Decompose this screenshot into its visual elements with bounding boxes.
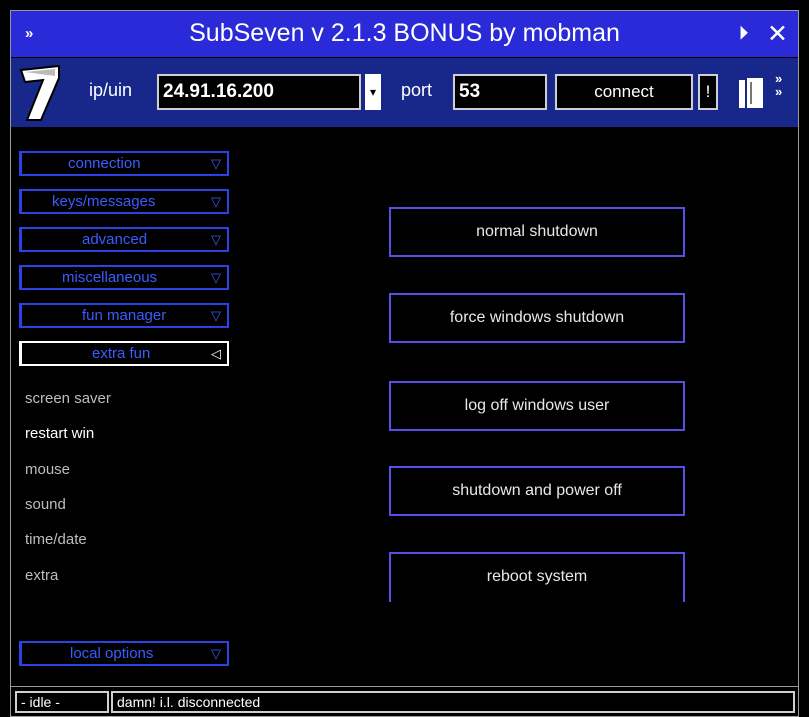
chevron-down-icon: ▽ xyxy=(211,156,221,171)
title-bar[interactable]: » SubSeven v 2.1.3 BONUS by mobman ⏵ ✕ xyxy=(11,11,798,57)
submenu-extra[interactable]: extra xyxy=(25,567,58,584)
menu-local-options[interactable]: local options ▽ xyxy=(19,641,229,666)
force-windows-shutdown-button[interactable]: force windows shutdown xyxy=(389,293,685,343)
ip-label: ip/uin xyxy=(89,80,133,100)
menu-local-options-label: local options xyxy=(70,645,154,662)
menu-fun-manager[interactable]: fun manager ▽ xyxy=(19,303,229,328)
submenu-restart-win[interactable]: restart win xyxy=(25,425,94,442)
menu-keys-messages[interactable]: keys/messages ▽ xyxy=(19,189,229,214)
shutdown-power-off-button[interactable]: shutdown and power off xyxy=(389,466,685,516)
reboot-system-button[interactable]: reboot system xyxy=(389,552,685,602)
menu-advanced[interactable]: advanced ▽ xyxy=(19,227,229,252)
logo-seven-icon xyxy=(19,64,60,121)
chevron-left-icon: ◁ xyxy=(211,346,221,361)
chevron-down-icon: ▽ xyxy=(211,270,221,285)
menu-keys-messages-label: keys/messages xyxy=(52,193,156,210)
main-window: » SubSeven v 2.1.3 BONUS by mobman ⏵ ✕ i… xyxy=(10,10,799,717)
connect-button[interactable]: connect xyxy=(555,74,693,110)
menu-advanced-label: advanced xyxy=(82,231,148,248)
pin-icon[interactable]: ⏵ xyxy=(739,23,748,44)
port-input[interactable]: 53 xyxy=(453,74,547,110)
menu-connection-label: connection xyxy=(68,155,141,172)
connection-toolbar: ip/uin 24.91.16.200 ▾ port 53 connect ! … xyxy=(11,57,798,127)
port-label: port xyxy=(401,80,433,100)
log-off-user-button[interactable]: log off windows user xyxy=(389,381,685,431)
menu-extra-fun-label: extra fun xyxy=(92,345,151,362)
menu-extra-fun[interactable]: extra fun ◁ xyxy=(19,341,229,366)
window-title: SubSeven v 2.1.3 BONUS by mobman xyxy=(189,19,620,47)
chevron-down-icon: ▽ xyxy=(211,646,221,661)
ip-input[interactable]: 24.91.16.200 xyxy=(157,74,361,110)
expand-arrows-icon[interactable]: »» xyxy=(775,72,782,98)
normal-shutdown-button[interactable]: normal shutdown xyxy=(389,207,685,257)
chevron-down-icon: ▽ xyxy=(211,232,221,247)
chevron-down-icon: ▽ xyxy=(211,194,221,209)
menu-connection[interactable]: connection ▽ xyxy=(19,151,229,176)
status-bar: - idle - damn! i.l. disconnected xyxy=(11,686,798,716)
submenu-sound[interactable]: sound xyxy=(25,496,66,513)
submenu-time-date[interactable]: time/date xyxy=(25,531,87,548)
chevron-down-icon: ▽ xyxy=(211,308,221,323)
status-idle: - idle - xyxy=(15,691,109,713)
ip-dropdown-chevron-icon[interactable]: ▾ xyxy=(365,74,381,110)
book-icon[interactable] xyxy=(737,76,767,110)
exclaim-button[interactable]: ! xyxy=(698,74,718,110)
menu-miscellaneous[interactable]: miscellaneous ▽ xyxy=(19,265,229,290)
status-message: damn! i.l. disconnected xyxy=(111,691,795,713)
menu-fun-manager-label: fun manager xyxy=(82,307,167,324)
submenu-screen-saver[interactable]: screen saver xyxy=(25,390,111,407)
submenu-mouse[interactable]: mouse xyxy=(25,461,70,478)
menu-miscellaneous-label: miscellaneous xyxy=(62,269,158,286)
close-icon[interactable]: ✕ xyxy=(767,19,788,49)
